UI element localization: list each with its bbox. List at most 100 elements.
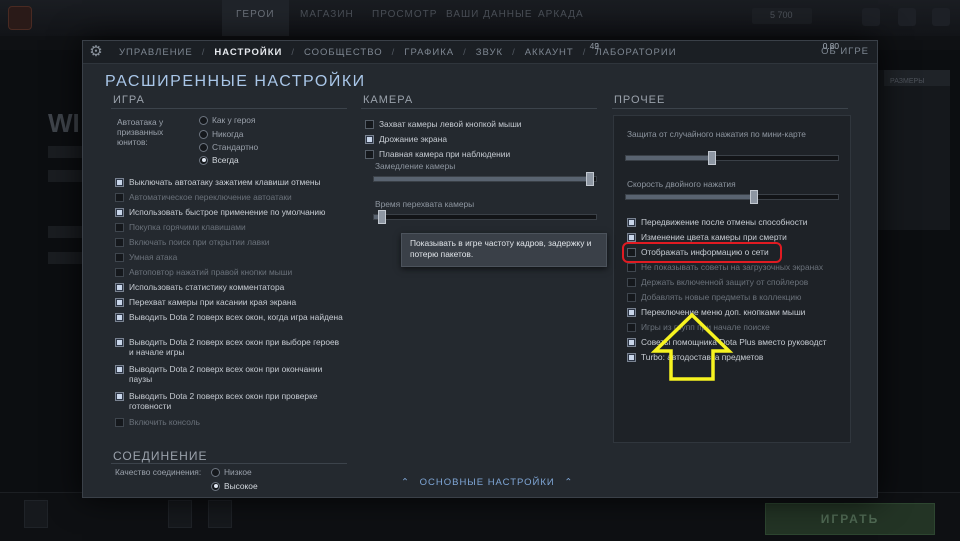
checkbox-checked[interactable] (115, 365, 124, 374)
checkbox-label: Передвижение после отмены способности (641, 217, 808, 227)
radio-unselected[interactable] (199, 115, 208, 125)
checkbox-unchecked[interactable] (115, 238, 124, 247)
checkbox-row[interactable]: Захват камеры левой кнопкой мыши (365, 119, 595, 129)
nav-heroes[interactable]: ГЕРОИ (222, 0, 289, 36)
checkbox-unchecked[interactable] (115, 268, 124, 277)
checkbox-unchecked[interactable] (627, 293, 636, 302)
checkbox-unchecked[interactable] (627, 278, 636, 287)
checkbox-row[interactable]: Выводить Dota 2 поверх всех окон при выб… (115, 337, 343, 357)
slider-track[interactable] (373, 210, 597, 224)
checkbox-row[interactable]: Изменение цвета камеры при смерти (627, 232, 843, 242)
checkbox-row[interactable]: Автоматическое переключение автоатаки (115, 192, 343, 202)
party-slot[interactable] (168, 500, 192, 528)
checkbox-row[interactable]: Перехват камеры при касании края экрана (115, 297, 343, 307)
friends-icon[interactable] (862, 8, 880, 26)
checkbox-unchecked[interactable] (115, 418, 124, 427)
checkbox-label: Держать включенной защиту от спойлеров (641, 277, 809, 287)
slider-thumb[interactable] (708, 151, 717, 165)
checkbox-row[interactable]: Автоповтор нажатий правой кнопки мыши (115, 267, 343, 277)
checkbox-row[interactable]: Не показывать советы на загрузочных экра… (627, 262, 843, 272)
basic-settings-link[interactable]: ⌃ ОСНОВНЫЕ НАСТРОЙКИ ⌃ (401, 477, 573, 488)
radio-option[interactable]: Никогда (199, 129, 243, 139)
dota-logo-icon[interactable] (8, 6, 32, 30)
checkbox-checked[interactable] (627, 218, 636, 227)
checkbox-checked[interactable] (115, 392, 124, 401)
checkbox-row[interactable]: Держать включенной защиту от спойлеров (627, 277, 843, 287)
slider-thumb[interactable] (585, 172, 594, 186)
slider-thumb[interactable] (378, 210, 387, 224)
tab-3[interactable]: СООБЩЕСТВО (304, 47, 383, 58)
radio-option[interactable]: Высокое (211, 481, 258, 491)
right-side-button[interactable]: РАЗМЕРЫ (884, 70, 950, 86)
tab-separator: / (291, 46, 295, 58)
nav-store[interactable]: МАГАЗИН (300, 0, 354, 36)
slider-track[interactable] (625, 190, 839, 204)
checkbox-checked[interactable] (627, 353, 636, 362)
checkbox-row[interactable]: Выводить Dota 2 поверх всех окон при про… (115, 391, 343, 411)
radio-selected[interactable] (199, 155, 208, 165)
section-game-title: ИГРА (113, 94, 145, 106)
slider-track[interactable] (373, 172, 597, 186)
checkbox-row[interactable]: Передвижение после отмены способности (627, 217, 843, 227)
radio-selected[interactable] (211, 481, 220, 491)
tab-separator: / (463, 46, 467, 58)
checkbox-row[interactable]: Дрожание экрана (365, 134, 595, 144)
tab-1[interactable]: УПРАВЛЕНИЕ (119, 47, 193, 58)
radio-option[interactable]: Всегда (199, 155, 239, 165)
autoattack-label: Автоатака у призванных юнитов: (117, 117, 164, 147)
checkbox-row[interactable]: Выключать автоатаку зажатием клавиши отм… (115, 177, 343, 187)
checkbox-unchecked[interactable] (627, 263, 636, 272)
checkbox-checked[interactable] (365, 135, 374, 144)
checkbox-row[interactable]: Покупка горячими клавишами (115, 222, 343, 232)
slider-label: Замедление камеры (375, 161, 456, 171)
power-icon[interactable] (932, 8, 950, 26)
checkbox-row[interactable]: Плавная камера при наблюдении (365, 149, 595, 159)
checkbox-checked[interactable] (115, 283, 124, 292)
checkbox-label: Захват камеры левой кнопкой мыши (379, 119, 522, 129)
checkbox-unchecked[interactable] (365, 150, 374, 159)
settings-top-icon[interactable] (898, 8, 916, 26)
checkbox-unchecked[interactable] (115, 253, 124, 262)
checkbox-row[interactable]: Выводить Dota 2 поверх всех окон при око… (115, 364, 343, 384)
nav-arcade[interactable]: АРКАДА (538, 0, 584, 36)
checkbox-row[interactable]: Использовать быстрое применение по умолч… (115, 207, 343, 217)
slider-thumb[interactable] (749, 190, 758, 204)
gear-icon[interactable]: ⚙ (88, 44, 104, 60)
nav-watch[interactable]: ПРОСМОТР (372, 0, 437, 36)
checkbox-row[interactable]: Выводить Dota 2 поверх всех окон, когда … (115, 312, 343, 322)
checkbox-checked[interactable] (115, 298, 124, 307)
radio-unselected[interactable] (211, 467, 220, 477)
checkbox-row[interactable]: Использовать статистику комментатора (115, 282, 343, 292)
checkbox-checked[interactable] (627, 338, 636, 347)
tab-2[interactable]: НАСТРОЙКИ (214, 47, 282, 58)
avatar[interactable] (24, 500, 48, 528)
radio-unselected[interactable] (199, 142, 208, 152)
tab-7[interactable]: ЛАБОРАТОРИИ (595, 47, 676, 58)
checkbox-checked[interactable] (627, 233, 636, 242)
checkbox-row[interactable]: Включать поиск при открытии лавки (115, 237, 343, 247)
checkbox-unchecked[interactable] (115, 193, 124, 202)
radio-option[interactable]: Как у героя (199, 115, 255, 125)
tab-4[interactable]: ГРАФИКА (404, 47, 454, 58)
tab-5[interactable]: ЗВУК (476, 47, 503, 58)
checkbox-checked[interactable] (115, 208, 124, 217)
checkbox-unchecked[interactable] (115, 223, 124, 232)
checkbox-checked[interactable] (627, 308, 636, 317)
checkbox-row[interactable]: Включить консоль (115, 417, 343, 427)
tab-6[interactable]: АККАУНТ (525, 47, 574, 58)
highlight-annotation (622, 242, 782, 263)
radio-option[interactable]: Стандартно (199, 142, 258, 152)
checkbox-unchecked[interactable] (365, 120, 374, 129)
radio-unselected[interactable] (199, 129, 208, 139)
checkbox-unchecked[interactable] (627, 323, 636, 332)
nav-profile[interactable]: ВАШИ ДАННЫЕ (446, 0, 533, 36)
checkbox-checked[interactable] (115, 313, 124, 322)
party-slot[interactable] (208, 500, 232, 528)
radio-option[interactable]: Низкое (211, 467, 252, 477)
checkbox-checked[interactable] (115, 178, 124, 187)
play-button[interactable]: ИГРАТЬ (765, 503, 935, 535)
checkbox-checked[interactable] (115, 338, 124, 347)
checkbox-row[interactable]: Добавлять новые предметы в коллекцию (627, 292, 843, 302)
checkbox-row[interactable]: Умная атака (115, 252, 343, 262)
slider-track[interactable] (625, 151, 839, 165)
